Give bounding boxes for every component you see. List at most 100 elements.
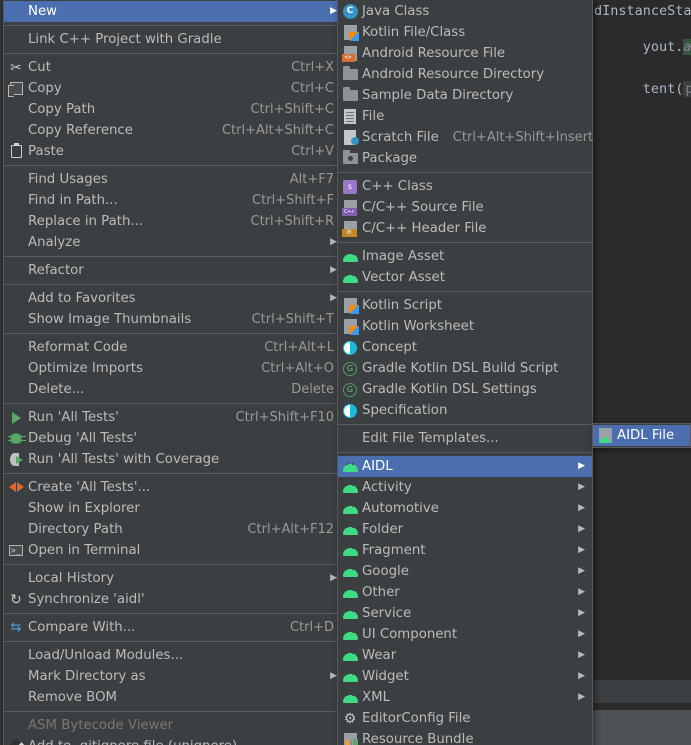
menu-item-google[interactable]: Google ▶ xyxy=(338,561,592,582)
new-submenu[interactable]: C Java Class Kotlin File/Class Android Reso… xyxy=(337,0,593,745)
scratch-file-icon xyxy=(338,127,362,148)
menu-item-copy[interactable]: Copy Ctrl+C xyxy=(4,78,344,99)
menu-item-local-history[interactable]: Local History ▶ xyxy=(4,568,344,589)
menu-item-copy-reference[interactable]: Copy Reference Ctrl+Alt+Shift+C xyxy=(4,120,344,141)
menu-item-new[interactable]: New ▶ xyxy=(4,1,344,22)
menu-item-ui-component[interactable]: UI Component ▶ xyxy=(338,624,592,645)
menu-item-label: Show Image Thumbnails xyxy=(28,312,192,327)
menu-item-activity[interactable]: Activity ▶ xyxy=(338,477,592,498)
kotlin-file-icon xyxy=(338,316,362,337)
menu-item-synchronize-aidl[interactable]: ↻ Synchronize 'aidl' xyxy=(4,589,344,610)
menu-item-aidl[interactable]: AIDL ▶ xyxy=(338,456,592,477)
menu-item-android-resource-file[interactable]: Android Resource File xyxy=(338,43,592,64)
menu-item-scratch-file[interactable]: Scratch File Ctrl+Alt+Shift+Insert xyxy=(338,127,593,148)
menu-item-analyze[interactable]: Analyze ▶ xyxy=(4,232,344,253)
menu-item-delete[interactable]: Delete... Delete xyxy=(4,379,344,400)
project-context-menu[interactable]: New ▶ Link C++ Project with Gradle ✂ Cut Ctrl… xyxy=(3,0,345,745)
menu-item-label: Android Resource File xyxy=(362,46,506,61)
menu-item-directory-path[interactable]: Directory Path Ctrl+Alt+F12 xyxy=(4,519,344,540)
menu-item-label: Delete... xyxy=(28,382,85,397)
android-icon xyxy=(338,687,362,708)
menu-item-debug-all-tests[interactable]: Debug 'All Tests' xyxy=(4,428,344,449)
menu-item-file[interactable]: File xyxy=(338,106,592,127)
menu-item-run-all-tests[interactable]: Run 'All Tests' Ctrl+Shift+F10 xyxy=(4,407,344,428)
menu-item-c-class[interactable]: s C++ Class xyxy=(338,176,592,197)
menu-separator xyxy=(338,242,592,243)
menu-item-c-c-source-file[interactable]: C/C++ Source File xyxy=(338,197,592,218)
menu-item-refactor[interactable]: Refactor ▶ xyxy=(4,260,344,281)
menu-item-specification[interactable]: Specification xyxy=(338,400,592,421)
menu-item-load-unload-modules[interactable]: Load/Unload Modules... xyxy=(4,645,344,666)
menu-item-vector-asset[interactable]: Vector Asset xyxy=(338,267,592,288)
menu-item-concept[interactable]: Concept xyxy=(338,337,592,358)
kotlin-file-icon xyxy=(338,295,362,316)
menu-item-reformat-code[interactable]: Reformat Code Ctrl+Alt+L xyxy=(4,337,344,358)
menu-item-label: Copy Reference xyxy=(28,123,133,138)
aidl-file-icon xyxy=(593,425,617,446)
menu-item-xml[interactable]: XML ▶ xyxy=(338,687,592,708)
menu-item-kotlin-script[interactable]: Kotlin Script xyxy=(338,295,592,316)
menu-item-label: Scratch File xyxy=(362,130,439,145)
cpp-source-icon xyxy=(338,197,362,218)
menu-item-package[interactable]: Package xyxy=(338,148,592,169)
menu-item-c-c-header-file[interactable]: C/C++ Header File xyxy=(338,218,592,239)
code-token-text: yout. xyxy=(642,39,684,55)
menu-item-kotlin-file-class[interactable]: Kotlin File/Class xyxy=(338,22,592,43)
menu-item-add-to-gitignore-file-unignore[interactable]: Add to .gitignore file (unignore) xyxy=(4,736,344,745)
menu-item-android-resource-directory[interactable]: Android Resource Directory xyxy=(338,64,592,85)
menu-item-open-in-terminal[interactable]: >_ Open in Terminal xyxy=(4,540,344,561)
menu-item-show-in-explorer[interactable]: Show in Explorer xyxy=(4,498,344,519)
terminal-icon: >_ xyxy=(4,540,28,561)
menu-item-optimize-imports[interactable]: Optimize Imports Ctrl+Alt+O xyxy=(4,358,344,379)
menu-item-compare-with[interactable]: ⇆ Compare With... Ctrl+D xyxy=(4,617,344,638)
menu-item-shortcut: Ctrl+Shift+T xyxy=(251,312,334,327)
aidl-submenu[interactable]: AIDL File xyxy=(592,423,691,448)
editor-strip-a xyxy=(592,680,691,703)
copy-icon-glyph xyxy=(7,82,23,97)
menu-item-find-usages[interactable]: Find Usages Alt+F7 xyxy=(4,169,344,190)
menu-item-paste[interactable]: Paste Ctrl+V xyxy=(4,141,344,162)
debug-icon-glyph xyxy=(8,433,26,444)
menu-item-edit-file-templates[interactable]: Edit File Templates... xyxy=(338,428,592,449)
cut-icon-glyph: ✂ xyxy=(10,59,22,76)
submenu-arrow-icon: ▶ xyxy=(578,461,585,471)
menu-item-automotive[interactable]: Automotive ▶ xyxy=(338,498,592,519)
menu-item-show-image-thumbnails[interactable]: Show Image Thumbnails Ctrl+Shift+T xyxy=(4,309,344,330)
menu-separator xyxy=(4,473,344,474)
android-resource-file-icon xyxy=(338,43,362,64)
menu-item-sample-data-directory[interactable]: Sample Data Directory xyxy=(338,85,592,106)
menu-item-kotlin-worksheet[interactable]: Kotlin Worksheet xyxy=(338,316,592,337)
menu-item-wear[interactable]: Wear ▶ xyxy=(338,645,592,666)
menu-item-find-in-path[interactable]: Find in Path... Ctrl+Shift+F xyxy=(4,190,344,211)
menu-item-folder[interactable]: Folder ▶ xyxy=(338,519,592,540)
no-icon xyxy=(4,358,28,379)
menu-separator xyxy=(338,172,592,173)
gear-icon-glyph: ⚙ xyxy=(343,710,357,727)
menu-item-editorconfig-file[interactable]: ⚙ EditorConfig File xyxy=(338,708,592,729)
menu-item-replace-in-path[interactable]: Replace in Path... Ctrl+Shift+R xyxy=(4,211,344,232)
code-line-2: yout.activity xyxy=(594,23,691,71)
paste-icon-glyph xyxy=(10,143,22,158)
menu-item-mark-directory-as[interactable]: Mark Directory as ▶ xyxy=(4,666,344,687)
menu-item-link-c-project-with-gradle[interactable]: Link C++ Project with Gradle xyxy=(4,29,344,50)
menu-item-label: Refactor xyxy=(28,263,84,278)
menu-item-other[interactable]: Other ▶ xyxy=(338,582,592,603)
menu-item-copy-path[interactable]: Copy Path Ctrl+Shift+C xyxy=(4,99,344,120)
menu-item-service[interactable]: Service ▶ xyxy=(338,603,592,624)
menu-item-label: Find in Path... xyxy=(28,193,118,208)
menu-item-fragment[interactable]: Fragment ▶ xyxy=(338,540,592,561)
menu-item-widget[interactable]: Widget ▶ xyxy=(338,666,592,687)
menu-item-label: Link C++ Project with Gradle xyxy=(28,32,222,47)
menu-item-remove-bom[interactable]: Remove BOM xyxy=(4,687,344,708)
menu-item-gradle-kotlin-dsl-build-script[interactable]: G Gradle Kotlin DSL Build Script xyxy=(338,358,592,379)
menu-item-run-all-tests-with-coverage[interactable]: Run 'All Tests' with Coverage xyxy=(4,449,344,470)
menu-item-resource-bundle[interactable]: Resource Bundle xyxy=(338,729,592,745)
menu-item-create-all-tests[interactable]: Create 'All Tests'... xyxy=(4,477,344,498)
menu-item-java-class[interactable]: C Java Class xyxy=(338,1,592,22)
menu-item-gradle-kotlin-dsl-settings[interactable]: G Gradle Kotlin DSL Settings xyxy=(338,379,592,400)
menu-item-cut[interactable]: ✂ Cut Ctrl+X xyxy=(4,57,344,78)
android-icon xyxy=(338,603,362,624)
menu-item-add-to-favorites[interactable]: Add to Favorites ▶ xyxy=(4,288,344,309)
menu-item-aidl-file[interactable]: AIDL File xyxy=(593,425,690,446)
menu-item-image-asset[interactable]: Image Asset xyxy=(338,246,592,267)
